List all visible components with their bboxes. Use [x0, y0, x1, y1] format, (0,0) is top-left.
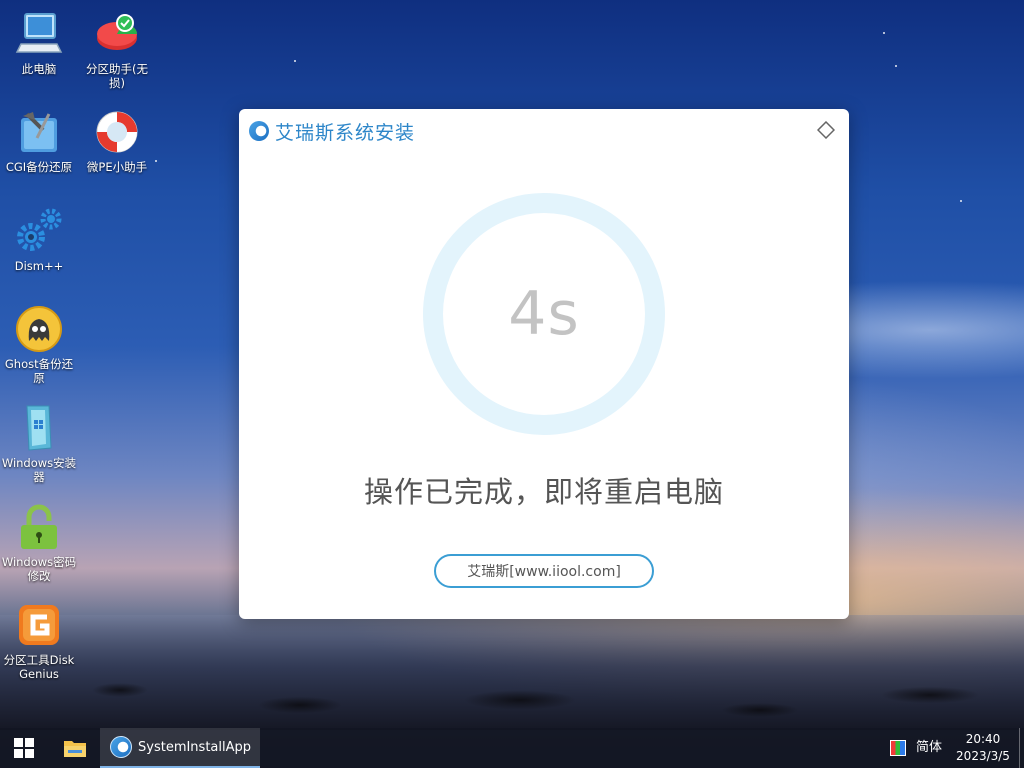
website-button[interactable]: 艾瑞斯[www.iiool.com]	[434, 554, 654, 588]
status-message: 操作已完成，即将重启电脑	[363, 475, 724, 509]
desktop-icon-ghost[interactable]: Ghost备份还原	[1, 305, 77, 385]
star	[895, 65, 897, 67]
pin-icon[interactable]	[817, 121, 835, 139]
padlock-icon	[15, 503, 63, 551]
windows-installer-icon	[15, 404, 63, 452]
taskbar-app-systeminstall[interactable]: SystemInstallApp	[100, 728, 260, 768]
desktop-icon-diskgenius[interactable]: 分区工具DiskGenius	[1, 601, 77, 681]
diskgenius-icon	[15, 601, 63, 649]
clock-time: 20:40	[965, 732, 1001, 746]
install-dialog: 艾瑞斯系统安装 4s 操作已完成，即将重启电脑 艾瑞斯[www.iiool.co…	[239, 109, 849, 619]
desktop-icon-wepe-helper[interactable]: 微PE小助手	[79, 108, 155, 174]
show-desktop-button[interactable]	[1019, 728, 1024, 768]
star	[960, 200, 962, 202]
desktop-icon-windows-password[interactable]: Windows密码修改	[1, 503, 77, 583]
desktop: 此电脑 分区助手(无损) CGI备份还原 微PE小助手 Dism++ Ghost…	[0, 0, 1024, 768]
lifebuoy-icon	[93, 108, 141, 156]
desktop-icon-dism[interactable]: Dism++	[1, 207, 77, 273]
taskbar: SystemInstallApp 简体 20:40 2023/3/5	[0, 728, 1024, 768]
dialog-title-bar: 艾瑞斯系统安装	[249, 119, 416, 144]
star	[294, 60, 296, 62]
dialog-title: 艾瑞斯系统安装	[275, 121, 416, 144]
partition-assistant-icon	[93, 10, 141, 58]
cgi-backup-icon	[15, 108, 63, 156]
star	[155, 160, 157, 162]
file-explorer-button[interactable]	[52, 728, 98, 768]
countdown-ring: 4s	[423, 193, 665, 435]
computer-icon	[15, 10, 63, 58]
ghost-icon	[15, 305, 63, 353]
taskbar-app-label: SystemInstallApp	[138, 739, 252, 755]
desktop-icon-this-pc[interactable]: 此电脑	[1, 10, 77, 76]
start-button[interactable]	[0, 728, 48, 768]
desktop-icon-windows-installer[interactable]: Windows安装器	[1, 404, 77, 484]
windows-start-icon	[14, 738, 34, 758]
input-method-icon[interactable]	[890, 740, 906, 756]
desktop-icon-partition-assistant[interactable]: 分区助手(无损)	[79, 10, 155, 90]
app-logo-icon	[249, 121, 269, 141]
folder-icon	[64, 741, 86, 757]
rocks-background	[0, 660, 1024, 730]
clock-date: 2023/3/5	[956, 749, 1010, 763]
taskbar-clock[interactable]: 20:40 2023/3/5	[952, 731, 1014, 765]
star	[883, 32, 885, 34]
language-indicator[interactable]: 简体	[916, 728, 942, 768]
countdown-timer: 4s	[508, 279, 580, 349]
app-logo-icon	[110, 736, 132, 758]
gears-icon	[15, 207, 63, 255]
desktop-icon-cgi-backup[interactable]: CGI备份还原	[1, 108, 77, 174]
